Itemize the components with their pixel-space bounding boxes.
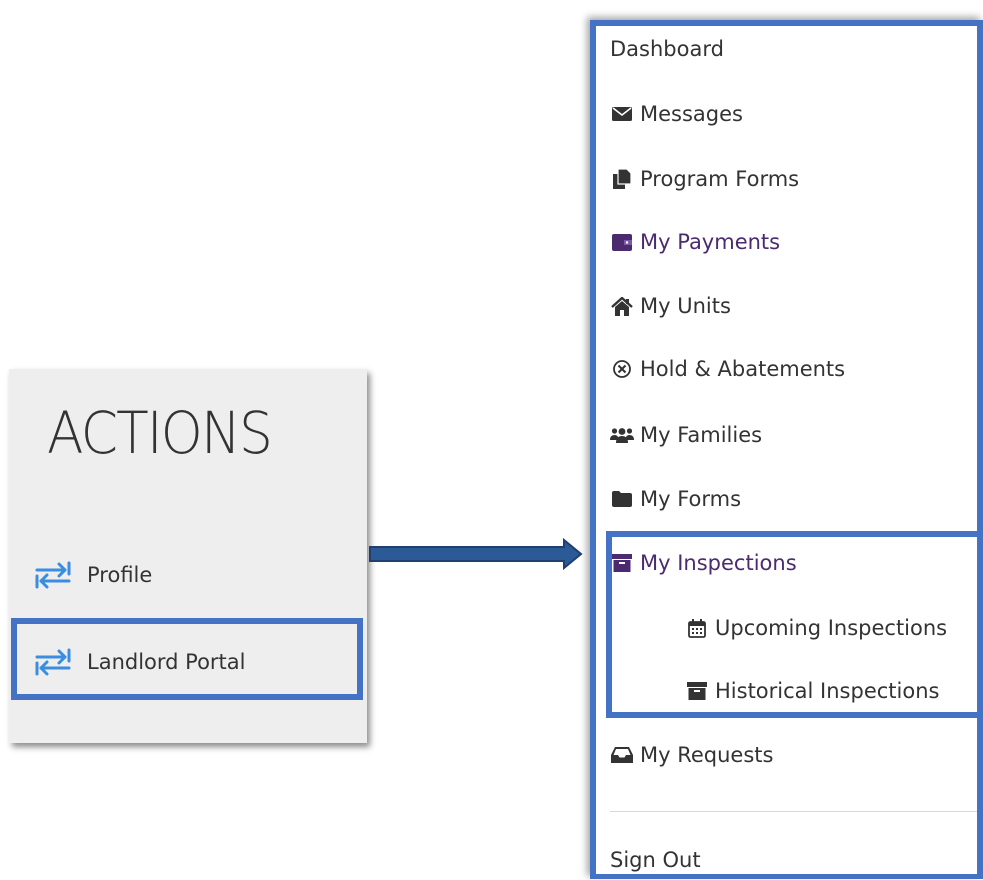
menu-item-sign-out[interactable]: Sign Out [610,840,701,880]
landlord-portal-highlight [11,618,363,700]
menu-item-my-families[interactable]: My Families [610,415,762,455]
menu-item-label: Sign Out [610,848,701,872]
menu-item-my-inspections[interactable]: My Inspections [610,543,797,583]
landlord-menu-panel: Dashboard Messages Program Forms My Paym… [590,20,983,879]
home-icon [610,295,634,317]
copy-icon [610,168,634,190]
inbox-icon [610,744,634,766]
envelope-icon [610,103,634,125]
menu-frame-right [977,20,983,879]
menu-item-program-forms[interactable]: Program Forms [610,159,799,199]
menu-item-label: Historical Inspections [715,679,940,703]
menu-item-label: My Requests [640,743,774,767]
menu-item-dashboard[interactable]: Dashboard [610,29,724,69]
archive-icon [685,680,709,702]
menu-divider [610,811,977,812]
action-profile[interactable]: Profile [33,555,152,595]
menu-item-label: My Families [640,423,763,447]
menu-item-my-payments[interactable]: My Payments [610,222,780,262]
wallet-icon [610,231,634,253]
menu-item-label: Hold & Abatements [640,357,846,381]
times-circle-icon [610,358,634,380]
menu-item-label: My Units [640,294,731,318]
menu-item-historical-inspections[interactable]: Historical Inspections [685,671,939,711]
menu-item-label: My Payments [640,230,781,254]
menu-item-upcoming-inspections[interactable]: Upcoming Inspections [685,608,947,648]
menu-item-label: Messages [640,102,743,126]
menu-item-messages[interactable]: Messages [610,94,743,134]
menu-item-label: Program Forms [640,167,800,191]
folder-icon [610,488,634,510]
menu-item-my-requests[interactable]: My Requests [610,735,773,775]
menu-item-my-forms[interactable]: My Forms [610,479,741,519]
actions-panel: ACTIONS Profile Landlord Portal [9,369,367,743]
menu-item-label: Upcoming Inspections [715,616,948,640]
menu-item-label: My Inspections [640,551,797,575]
archive-icon [610,552,634,574]
calendar-icon [685,617,709,639]
actions-title: ACTIONS [47,399,273,467]
exchange-icon [35,561,71,589]
menu-item-my-units[interactable]: My Units [610,286,731,326]
menu-item-label: My Forms [640,487,742,511]
menu-item-label: Dashboard [610,37,724,61]
menu-item-hold-abatements[interactable]: Hold & Abatements [610,349,845,389]
users-icon [610,424,634,446]
arrow-right-icon [369,538,583,570]
action-profile-label: Profile [87,563,153,587]
